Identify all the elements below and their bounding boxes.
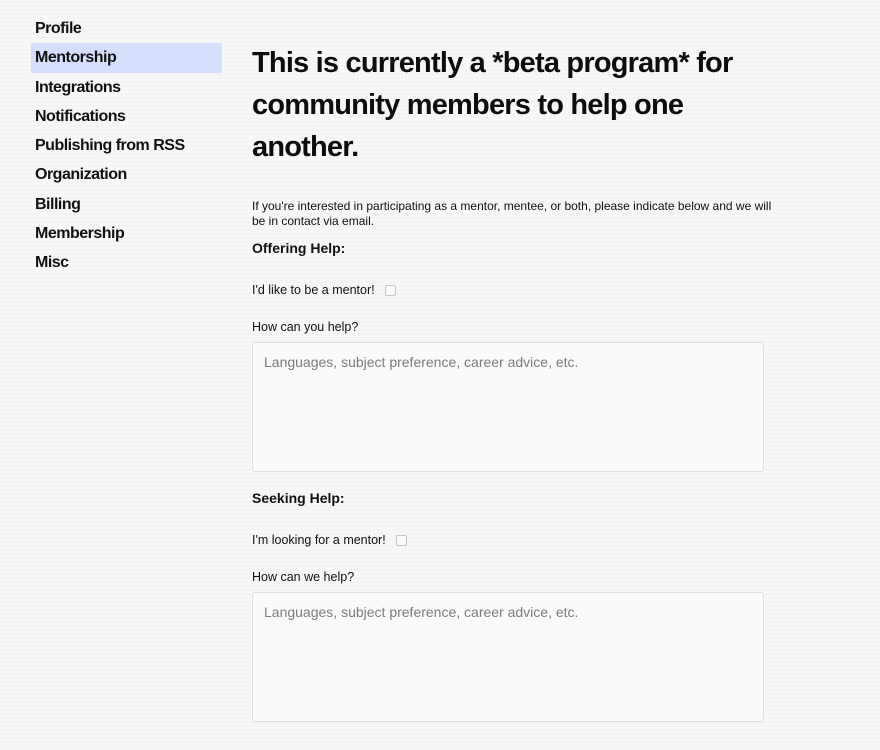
settings-sidebar: Profile Mentorship Integrations Notifica… — [31, 14, 222, 278]
sidebar-item-membership[interactable]: Membership — [31, 219, 222, 248]
intro-text: If you're interested in participating as… — [252, 199, 772, 228]
sidebar-item-notifications[interactable]: Notifications — [31, 102, 222, 131]
mentee-checkbox-label: I'm looking for a mentor! — [252, 533, 386, 547]
offering-help-question: How can you help? — [252, 320, 359, 334]
sidebar-item-mentorship[interactable]: Mentorship — [31, 43, 222, 73]
sidebar-item-integrations[interactable]: Integrations — [31, 73, 222, 102]
page-title: This is currently a *beta program* for c… — [252, 47, 733, 163]
offering-help-title: Offering Help: — [252, 240, 346, 256]
sidebar-item-organization[interactable]: Organization — [31, 160, 222, 189]
mentee-checkbox[interactable] — [395, 534, 407, 546]
mentee-checkbox-row: I'm looking for a mentor! — [252, 532, 764, 548]
sidebar-item-misc[interactable]: Misc — [31, 248, 222, 277]
seeking-help-textarea[interactable] — [252, 592, 764, 722]
seeking-help-title: Seeking Help: — [252, 490, 345, 506]
mentor-checkbox[interactable] — [384, 284, 396, 296]
seeking-help-question: How can we help? — [252, 570, 355, 584]
sidebar-item-profile[interactable]: Profile — [31, 14, 222, 43]
offering-help-textarea[interactable] — [252, 342, 764, 472]
mentor-checkbox-label: I'd like to be a mentor! — [252, 283, 375, 297]
sidebar-item-billing[interactable]: Billing — [31, 190, 222, 219]
mentor-checkbox-row: I'd like to be a mentor! — [252, 282, 764, 298]
sidebar-item-publishing-from-rss[interactable]: Publishing from RSS — [31, 131, 222, 160]
mentorship-form: This is currently a *beta program* for c… — [252, 42, 771, 722]
